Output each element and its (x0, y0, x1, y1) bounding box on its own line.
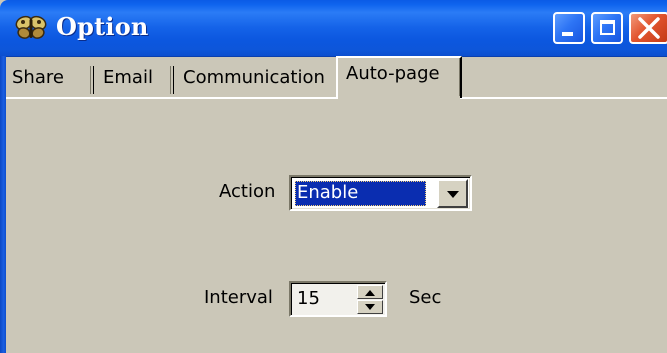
tab-email-label: Email (103, 67, 153, 88)
minimize-button[interactable] (553, 12, 585, 44)
butterfly-icon (15, 15, 47, 39)
tab-auto-page-label: Auto-page (346, 63, 440, 84)
interval-unit-label: Sec (409, 287, 442, 308)
arrow-down-icon (365, 304, 375, 310)
action-label: Action (219, 181, 276, 202)
interval-label: Interval (204, 287, 273, 308)
action-selected-value: Enable (295, 181, 426, 206)
interval-stepper-buttons (357, 285, 383, 314)
tab-communication-label: Communication (183, 67, 325, 88)
tab-communication[interactable]: Communication (174, 64, 332, 96)
tab-share-label: Share (12, 67, 64, 88)
maximize-button[interactable] (591, 12, 623, 44)
tab-auto-page[interactable]: Auto-page (336, 56, 462, 98)
window-frame-left (0, 56, 6, 353)
active-tab-gap (338, 96, 460, 100)
decrement-button[interactable] (357, 300, 383, 314)
maximize-icon (600, 20, 615, 35)
action-dropdown[interactable]: Enable (289, 175, 472, 211)
close-button[interactable] (629, 12, 667, 44)
tab-share[interactable]: Share (6, 64, 94, 96)
interval-input[interactable]: 15 (297, 287, 320, 311)
action-dropdown-button[interactable] (437, 179, 468, 208)
increment-button[interactable] (357, 285, 383, 299)
window-title: Option (56, 12, 149, 41)
chevron-down-icon (447, 191, 459, 198)
arrow-up-icon (365, 290, 375, 296)
interval-stepper[interactable]: 15 (289, 281, 387, 317)
option-window: Option Share Email Communication Auto-pa… (0, 0, 667, 353)
tab-email[interactable]: Email (94, 64, 174, 96)
minimize-icon (562, 32, 573, 36)
title-bar[interactable]: Option (0, 0, 667, 57)
tab-strip: Share Email Communication Auto-page (6, 56, 667, 98)
close-icon (638, 17, 660, 39)
